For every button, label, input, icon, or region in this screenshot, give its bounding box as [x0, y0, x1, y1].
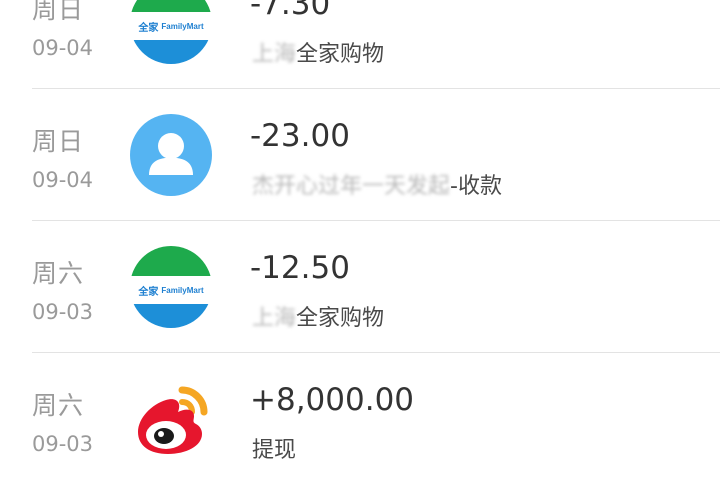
transaction-amount: -23.00 — [250, 118, 350, 154]
familymart-logo-icon: 全家 FamilyMart — [130, 0, 212, 64]
weekday-label: 周日 — [32, 0, 85, 24]
date-label: 09-03 — [32, 300, 94, 324]
transaction-description: 上海全家购物 — [252, 300, 384, 332]
weibo-logo-icon — [130, 378, 212, 460]
date-label: 09-04 — [32, 36, 94, 60]
description-text: 全家购物 — [296, 42, 385, 67]
date-label: 09-03 — [32, 432, 94, 456]
transaction-row[interactable]: 周六 09-03 +8,000.00 提现 — [0, 352, 720, 484]
transaction-row[interactable]: 周日 09-04 全家 FamilyMart -7.30 上海全家购物 — [0, 0, 720, 88]
blurred-text: 杰开心过年一天发起 — [252, 174, 451, 199]
transaction-amount: -7.30 — [250, 0, 331, 22]
transaction-row[interactable]: 周六 09-03 全家 FamilyMart -12.50 上海全家购物 — [0, 220, 720, 352]
transaction-description: 提现 — [252, 432, 296, 464]
logo-text-en: FamilyMart — [161, 21, 204, 31]
transaction-description: 上海全家购物 — [252, 36, 384, 68]
familymart-logo-icon: 全家 FamilyMart — [130, 246, 212, 328]
logo-text-en: FamilyMart — [161, 285, 204, 295]
description-text: 提现 — [252, 438, 297, 463]
weekday-label: 周六 — [32, 259, 85, 288]
weekday-label: 周日 — [32, 127, 85, 156]
logo-text-zh: 全家 — [138, 22, 159, 34]
blurred-text: 上海 — [252, 42, 297, 67]
transaction-row[interactable]: 周日 09-04 -23.00 杰开心过年一天发起-收款 — [0, 88, 720, 220]
transaction-list: 周日 09-04 全家 FamilyMart -7.30 上海全家购物 周日 0… — [0, 0, 720, 480]
transaction-description: 杰开心过年一天发起-收款 — [252, 168, 502, 200]
transaction-amount: -12.50 — [250, 250, 350, 286]
weekday-label: 周六 — [32, 391, 85, 420]
transaction-amount: +8,000.00 — [250, 382, 415, 418]
description-text: 全家购物 — [296, 306, 385, 331]
logo-text-zh: 全家 — [138, 286, 159, 298]
date-label: 09-04 — [32, 168, 94, 192]
blurred-text: 上海 — [252, 306, 297, 331]
description-text: -收款 — [450, 174, 502, 199]
person-avatar-icon — [130, 114, 212, 196]
